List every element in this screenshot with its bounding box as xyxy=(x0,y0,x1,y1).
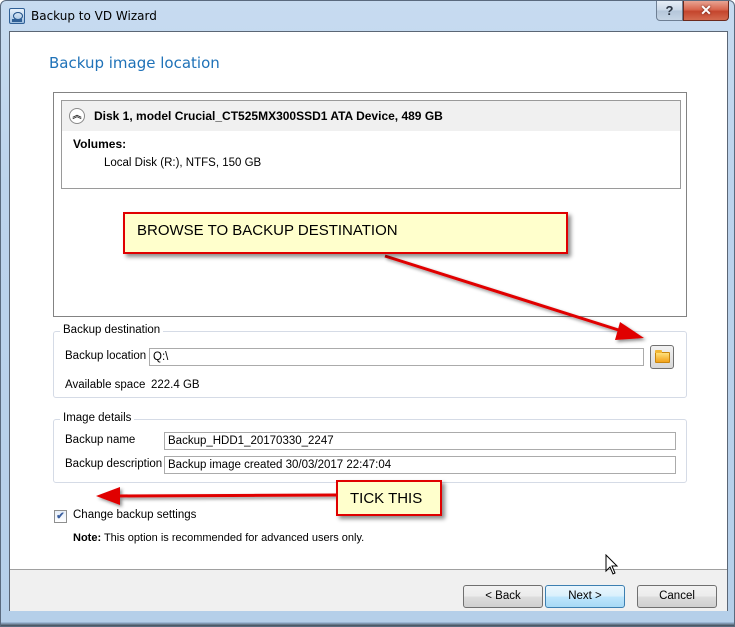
next-button[interactable]: Next > xyxy=(545,585,625,608)
wizard-content: Backup image location ︽ Disk 1, model Cr… xyxy=(9,31,728,611)
note-prefix: Note: xyxy=(73,532,102,544)
backup-description-input[interactable] xyxy=(164,456,676,474)
window-title: Backup to VD Wizard xyxy=(31,9,157,23)
disk-header[interactable]: ︽ Disk 1, model Crucial_CT525MX300SSD1 A… xyxy=(62,101,680,131)
tick-callout: TICK THIS xyxy=(336,480,442,516)
close-icon: ✕ xyxy=(700,2,712,18)
change-settings-checkbox[interactable]: ✔ xyxy=(54,510,67,523)
disk-list[interactable]: ︽ Disk 1, model Crucial_CT525MX300SSD1 A… xyxy=(53,92,687,317)
note-text: This option is recommended for advanced … xyxy=(101,532,365,544)
change-settings-label[interactable]: Change backup settings xyxy=(73,509,196,521)
image-details-group: Image details Backup name Backup descrip… xyxy=(53,412,687,483)
wizard-window: Backup to VD Wizard ? ✕ Backup image loc… xyxy=(0,0,735,627)
help-button[interactable]: ? xyxy=(656,1,683,21)
wizard-footer: < Back Next > Cancel xyxy=(10,569,727,611)
cancel-button[interactable]: Cancel xyxy=(637,585,717,608)
collapse-chevron-up-icon[interactable]: ︽ xyxy=(69,108,85,124)
volumes-label: Volumes: xyxy=(73,137,127,151)
help-icon: ? xyxy=(665,3,674,18)
disk-card[interactable]: ︽ Disk 1, model Crucial_CT525MX300SSD1 A… xyxy=(61,100,681,189)
available-space-value: 222.4 GB xyxy=(151,379,200,391)
backup-description-label: Backup description xyxy=(65,458,163,470)
title-bar[interactable]: Backup to VD Wizard ? ✕ xyxy=(1,1,734,33)
app-disk-icon xyxy=(9,8,25,24)
backup-location-label: Backup location xyxy=(65,350,147,362)
advanced-note: Note: This option is recommended for adv… xyxy=(73,532,364,544)
image-details-legend: Image details xyxy=(60,412,135,424)
available-space-label: Available space xyxy=(65,379,146,391)
browse-button[interactable] xyxy=(650,345,674,369)
disk-title: Disk 1, model Crucial_CT525MX300SSD1 ATA… xyxy=(94,109,443,123)
backup-destination-legend: Backup destination xyxy=(60,324,164,336)
checkmark-icon: ✔ xyxy=(56,511,65,522)
back-button[interactable]: < Back xyxy=(463,585,543,608)
backup-name-label: Backup name xyxy=(65,434,136,446)
backup-destination-group: Backup destination Backup location Avail… xyxy=(53,324,687,398)
volume-item: Local Disk (R:), NTFS, 150 GB xyxy=(104,157,262,169)
backup-location-input[interactable] xyxy=(149,348,644,366)
page-title: Backup image location xyxy=(49,54,220,72)
backup-name-input[interactable] xyxy=(164,432,676,450)
close-button[interactable]: ✕ xyxy=(683,1,729,21)
folder-icon xyxy=(655,350,670,363)
mouse-cursor-icon xyxy=(605,554,619,575)
browse-callout: BROWSE TO BACKUP DESTINATION xyxy=(123,212,568,254)
